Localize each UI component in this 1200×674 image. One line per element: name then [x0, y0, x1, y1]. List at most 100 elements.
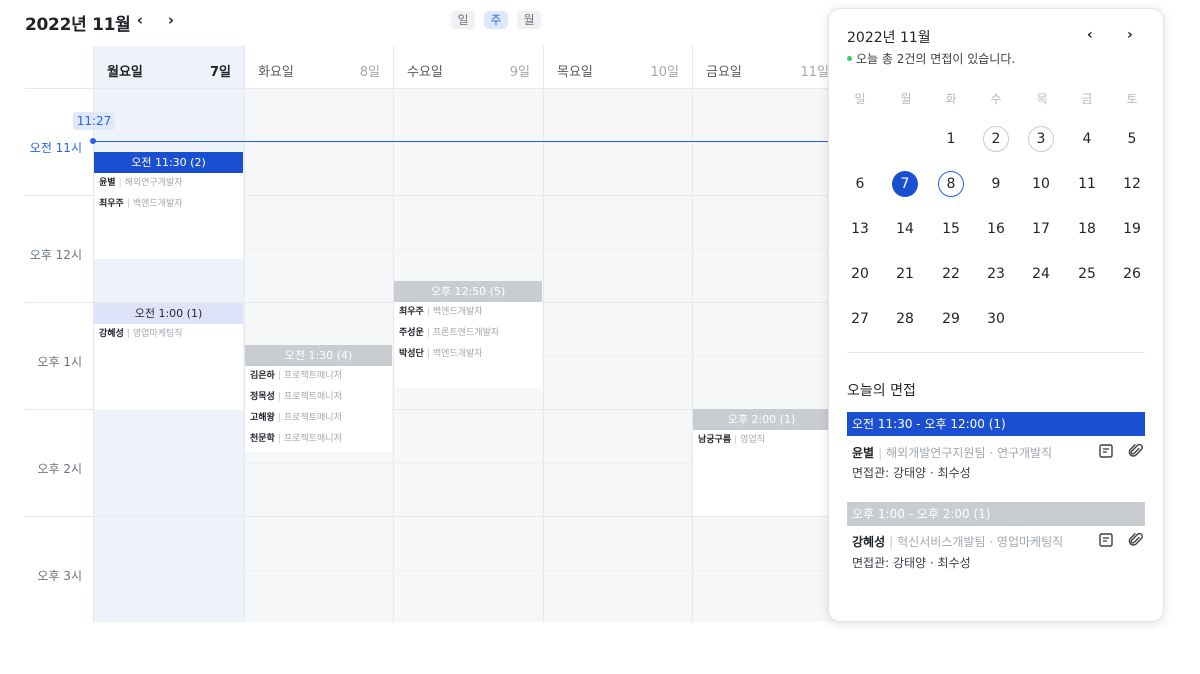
interview-time-bar[interactable]: 오후 1:00 - 오후 2:00 (1): [847, 502, 1145, 526]
date-cell[interactable]: 25: [1074, 261, 1100, 287]
hour-line: [245, 195, 393, 196]
header-divider: [25, 88, 93, 89]
date-cell[interactable]: 28: [892, 306, 918, 332]
date-cell[interactable]: 27: [847, 306, 873, 332]
date-cell[interactable]: 24: [1028, 261, 1054, 287]
previous-week-button[interactable]: ‹: [131, 10, 149, 30]
view-day-button[interactable]: 일: [451, 11, 475, 29]
date-cell[interactable]: 19: [1119, 216, 1145, 242]
event-tue-1330[interactable]: 오전 1:30 (4) 김은하 | 프로젝트매니저 정목성 | 프로젝트매니저 고해왕 |…: [245, 345, 392, 452]
weekday-label: 수: [990, 92, 1002, 106]
date-cell[interactable]: 26: [1119, 261, 1145, 287]
date-cell[interactable]: 3: [1028, 126, 1054, 152]
separator: |: [734, 435, 738, 445]
mini-calendar-next-button[interactable]: ›: [1127, 27, 1133, 43]
date-cell[interactable]: 23: [983, 261, 1009, 287]
attendee-role: 프로젝트매니저: [283, 392, 342, 402]
date-cell[interactable]: 14: [892, 216, 918, 242]
current-time-dot: [90, 138, 96, 144]
interview-time-bar[interactable]: 오전 11:30 - 오후 12:00 (1): [847, 412, 1145, 436]
date-cell[interactable]: 17: [1028, 216, 1054, 242]
date-cell[interactable]: 5: [1119, 126, 1145, 152]
date-cell[interactable]: 18: [1074, 216, 1100, 242]
today-interviews-heading: 오늘의 면접: [847, 383, 916, 399]
date-cell[interactable]: 30: [983, 306, 1009, 332]
event-attendee-row[interactable]: 남궁구름 | 영업직: [693, 430, 830, 451]
date-cell[interactable]: 21: [892, 261, 918, 287]
attendee-name: 박성단: [399, 349, 424, 359]
day-header-tue[interactable]: 화요일 8일: [244, 46, 393, 89]
hour-line: [693, 516, 842, 517]
view-week-button[interactable]: 주: [484, 11, 508, 29]
half-hour-line: [544, 463, 692, 464]
event-mon-1300[interactable]: 오전 1:00 (1) 강혜성 | 영업마케팅직: [94, 303, 243, 410]
memo-icon[interactable]: [1098, 532, 1114, 548]
next-week-button[interactable]: ›: [162, 10, 180, 30]
day-header-wed[interactable]: 수요일 9일: [393, 46, 543, 89]
event-attendee-row[interactable]: 윤별 | 해외연구개발자: [94, 173, 243, 194]
day-column-fri[interactable]: [692, 89, 842, 622]
half-hour-line: [693, 142, 842, 143]
day-column-thu[interactable]: [543, 89, 692, 622]
date-cell[interactable]: 1: [938, 126, 964, 152]
hour-line: [245, 302, 393, 303]
weekday-label: 목: [1036, 92, 1048, 106]
event-attendee-row[interactable]: 정목성 | 프로젝트매니저: [245, 387, 392, 408]
date-cell[interactable]: 22: [938, 261, 964, 287]
event-attendee-row[interactable]: 주성운 | 프론트엔드개발자: [394, 323, 542, 344]
paperclip-icon[interactable]: [1128, 532, 1144, 548]
date-cell[interactable]: 16: [983, 216, 1009, 242]
attendee-role: 백엔드개발자: [432, 349, 483, 359]
event-attendee-row[interactable]: 박성단 | 백엔드개발자: [394, 344, 542, 365]
date-cell[interactable]: 13: [847, 216, 873, 242]
attendee-role: 프로젝트매니저: [283, 371, 342, 381]
date-cell[interactable]: 12: [1119, 171, 1145, 197]
date-cell[interactable]: 8: [938, 171, 964, 197]
event-attendee-row[interactable]: 고해왕 | 프로젝트매니저: [245, 408, 392, 429]
day-name: 월요일: [107, 65, 143, 80]
attendee-role: 영업직: [740, 435, 766, 445]
date-cell[interactable]: 10: [1028, 171, 1054, 197]
event-attendee-row[interactable]: 김은하 | 프로젝트매니저: [245, 366, 392, 387]
half-hour-line: [693, 356, 842, 357]
date-cell[interactable]: 29: [938, 306, 964, 332]
day-header-mon[interactable]: 월요일 7일: [93, 46, 244, 89]
day-header-thu[interactable]: 목요일 10일: [543, 46, 692, 89]
day-number: 10일: [650, 65, 679, 80]
interviewers: 면접관: 강태양 · 최수성: [852, 466, 971, 480]
attendee-name: 김은하: [250, 371, 275, 381]
mini-calendar-title: 2022년 11월: [847, 30, 931, 46]
weekday-label: 금: [1081, 92, 1093, 106]
date-cell[interactable]: 2: [983, 126, 1009, 152]
time-label-12pm: 오후 12시: [29, 248, 82, 262]
hour-line: [544, 302, 692, 303]
interview-candidate[interactable]: 윤별 | 해외개발연구지원팀 · 연구개발직: [852, 444, 1052, 461]
mini-calendar-prev-button[interactable]: ‹: [1087, 27, 1093, 43]
date-cell[interactable]: 6: [847, 171, 873, 197]
date-cell[interactable]: 4: [1074, 126, 1100, 152]
hour-line: [245, 516, 393, 517]
attendee-name: 강혜성: [99, 329, 124, 339]
date-cell[interactable]: 9: [983, 171, 1009, 197]
event-attendee-row[interactable]: 강혜성 | 영업마케팅직: [94, 324, 243, 345]
paperclip-icon[interactable]: [1128, 443, 1144, 459]
event-time-header: 오후 2:00 (1): [693, 409, 830, 430]
event-mon-1130[interactable]: 오전 11:30 (2) 윤별 | 해외연구개발자 최우주 | 백엔드개발자: [94, 152, 243, 259]
day-header-fri[interactable]: 금요일 11일: [692, 46, 842, 89]
date-cell[interactable]: 11: [1074, 171, 1100, 197]
date-cell[interactable]: 15: [938, 216, 964, 242]
event-fri-1400[interactable]: 오후 2:00 (1) 남궁구름 | 영업직: [693, 409, 830, 516]
half-hour-line: [245, 249, 393, 250]
today-summary-text: 오늘 총 2건의 면접이 있습니다.: [856, 52, 1016, 66]
separator: |: [878, 446, 883, 460]
event-attendee-row[interactable]: 최우주 | 백엔드개발자: [94, 194, 243, 215]
interview-candidate[interactable]: 강혜성 | 혁신서비스개발팀 · 영업마케팅직: [852, 533, 1063, 550]
event-attendee-row[interactable]: 천문학 | 프로젝트매니저: [245, 429, 392, 450]
memo-icon[interactable]: [1098, 443, 1114, 459]
date-cell[interactable]: 20: [847, 261, 873, 287]
day-number: 11일: [800, 65, 829, 80]
date-cell[interactable]: 7: [892, 171, 918, 197]
event-attendee-row[interactable]: 최우주 | 백엔드개발자: [394, 302, 542, 323]
event-wed-1250[interactable]: 오후 12:50 (5) 최우주 | 백엔드개발자 주성운 | 프론트엔드개발자 박성단…: [394, 281, 542, 388]
view-month-button[interactable]: 월: [517, 11, 541, 29]
